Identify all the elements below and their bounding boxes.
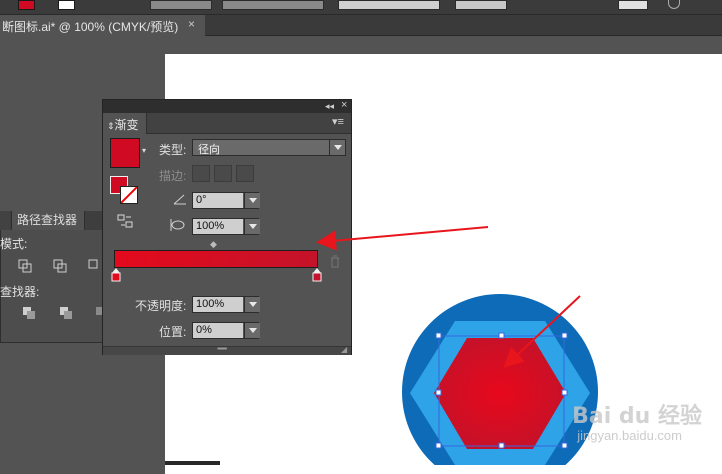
- opacity-label: 不透明度:: [135, 299, 187, 313]
- baidu-logo: Bai du 经验: [572, 404, 702, 429]
- resize-grip[interactable]: ▪▪▪▪▪: [217, 344, 227, 353]
- chevron-down-icon[interactable]: [244, 323, 260, 338]
- aspect-ratio-icon: [169, 218, 185, 235]
- tab-transform[interactable]: [0, 211, 10, 230]
- opacity-field[interactable]: 100%: [192, 296, 260, 313]
- stroke-along-button[interactable]: [214, 165, 232, 182]
- chevron-down-icon[interactable]: ▾: [142, 146, 146, 155]
- pathfinder-tabbar: 路径查找器: [0, 211, 110, 230]
- aspect-ratio-field[interactable]: 100%: [192, 218, 260, 235]
- pathfinders-label: 查找器:: [0, 285, 40, 299]
- corner-resize-icon[interactable]: ◢: [341, 345, 347, 354]
- location-field[interactable]: 0%: [192, 322, 260, 339]
- trash-icon[interactable]: [329, 255, 341, 271]
- gradient-slider[interactable]: [114, 250, 318, 268]
- pathfinder-tab-label: 路径查找器: [17, 213, 78, 227]
- panel-menu-icon[interactable]: ▾≡: [332, 115, 344, 128]
- gradient-panel-titlebar[interactable]: ◂◂ ×: [103, 99, 351, 113]
- chevron-down-icon[interactable]: [244, 219, 260, 234]
- divide-icon[interactable]: [22, 306, 36, 320]
- opacity-value: 100%: [196, 298, 225, 310]
- watermark-url: jingyan.baidu.com: [577, 428, 682, 443]
- collapse-icon[interactable]: ◂◂: [325, 101, 334, 112]
- stroke-indicator[interactable]: [120, 186, 138, 204]
- tab-pathfinder[interactable]: 路径查找器: [11, 211, 85, 230]
- location-value: 0%: [196, 324, 212, 336]
- gradient-fill-swatch[interactable]: [110, 138, 140, 168]
- aspect-ratio-value: 100%: [196, 220, 225, 232]
- gradient-panel-footer: ▪▪▪▪▪ ◢: [103, 344, 351, 355]
- gradient-panel: ◂◂ × ⇕渐变 ▾≡ ▾ 类型: 径向 描边: 0° 100% ◆ 不透明度:…: [102, 99, 352, 355]
- angle-icon: [173, 193, 187, 208]
- close-icon[interactable]: ×: [341, 99, 347, 111]
- type-label: 类型:: [159, 143, 187, 157]
- shape-modes-label: 模式:: [0, 237, 28, 251]
- angle-field[interactable]: 0°: [192, 192, 260, 209]
- angle-value: 0°: [196, 194, 207, 206]
- trim-icon[interactable]: [59, 306, 73, 320]
- tab-gradient[interactable]: ⇕渐变: [103, 113, 147, 134]
- pathfinder-panel: [0, 211, 112, 343]
- stroke-within-button[interactable]: [192, 165, 210, 182]
- chevron-down-icon[interactable]: [244, 297, 260, 312]
- stroke-across-button[interactable]: [236, 165, 254, 182]
- chevron-down-icon[interactable]: [329, 140, 345, 155]
- unite-icon[interactable]: [18, 259, 32, 273]
- intersect-icon[interactable]: [88, 259, 102, 273]
- gradient-type-select[interactable]: 径向: [192, 139, 346, 156]
- gradient-tab-label: ⇕渐变: [107, 118, 139, 132]
- minus-front-icon[interactable]: [53, 259, 67, 273]
- reverse-gradient-icon[interactable]: [117, 214, 133, 231]
- stroke-label: 描边:: [159, 169, 187, 183]
- midpoint-diamond[interactable]: ◆: [210, 239, 217, 250]
- gradient-panel-tabrow: ⇕渐变 ▾≡: [103, 113, 351, 134]
- location-label: 位置:: [159, 325, 187, 339]
- gradient-type-value: 径向: [198, 144, 220, 156]
- color-stop-right[interactable]: [312, 268, 322, 283]
- color-stop-left[interactable]: [111, 268, 121, 283]
- updown-icon: ⇕: [107, 121, 115, 131]
- chevron-down-icon[interactable]: [244, 193, 260, 208]
